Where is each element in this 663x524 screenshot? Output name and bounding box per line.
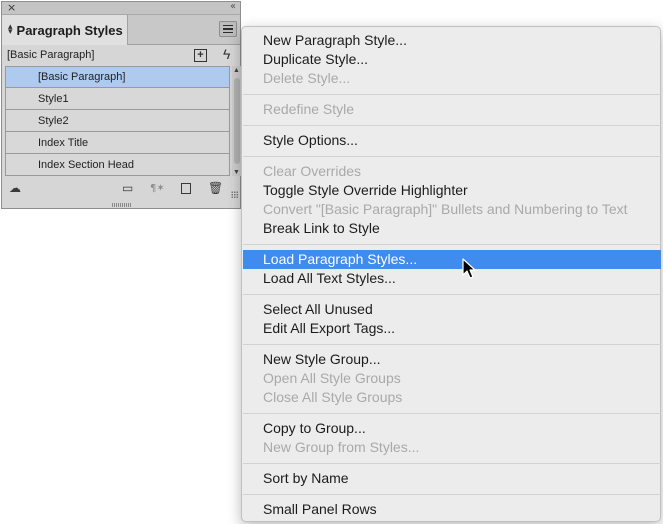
mouse-cursor-icon: [462, 258, 476, 279]
menu-separator: [243, 94, 661, 95]
panel-menu-button[interactable]: [219, 21, 237, 37]
tab-paragraph-styles[interactable]: ▴ ▾ Paragraph Styles: [2, 15, 128, 45]
paragraph-styles-panel: × ‹‹ ▴ ▾ Paragraph Styles [Basic Paragrap…: [1, 1, 243, 209]
lightning-icon[interactable]: ϟ: [223, 46, 230, 62]
style-row-basic-paragraph[interactable]: [Basic Paragraph]: [5, 66, 230, 88]
menu-item-toggle-override-highlighter[interactable]: Toggle Style Override Highlighter: [243, 181, 661, 200]
menu-separator: [243, 125, 661, 126]
menu-item-clear-overrides[interactable]: Clear Overrides: [243, 162, 661, 181]
tab-label: Paragraph Styles: [16, 22, 123, 38]
menu-item-style-options[interactable]: Style Options...: [243, 131, 661, 150]
menu-item-small-panel-rows[interactable]: Small Panel Rows: [243, 500, 661, 519]
menu-item-sort-by-name[interactable]: Sort by Name: [243, 469, 661, 488]
menu-separator: [243, 463, 661, 464]
menu-item-edit-export-tags[interactable]: Edit All Export Tags...: [243, 319, 661, 338]
clear-overrides-icon[interactable]: ¶✶: [150, 183, 165, 194]
menu-item-new-paragraph-style[interactable]: New Paragraph Style...: [243, 31, 661, 50]
menu-item-break-link[interactable]: Break Link to Style: [243, 219, 661, 238]
style-row-index-section-head[interactable]: Index Section Head: [5, 154, 230, 176]
style-row-index-title[interactable]: Index Title: [5, 132, 230, 154]
menu-item-load-paragraph-styles[interactable]: Load Paragraph Styles...: [243, 250, 661, 269]
menu-separator: [243, 344, 661, 345]
scroll-up-icon[interactable]: ▲: [233, 67, 240, 74]
menu-separator: [243, 156, 661, 157]
panel-resize-handle[interactable]: [112, 203, 132, 207]
panel-tab-row: ▴ ▾ Paragraph Styles: [2, 15, 240, 45]
trash-icon[interactable]: 🗑: [208, 181, 223, 195]
style-name: Style1: [38, 92, 69, 105]
style-name: Index Section Head: [38, 158, 135, 171]
style-name: Style2: [38, 114, 69, 127]
menu-item-new-group-from-styles[interactable]: New Group from Styles...: [243, 438, 661, 457]
panel-title-bar[interactable]: × ‹‹: [2, 1, 240, 15]
menu-item-convert-bullets[interactable]: Convert "[Basic Paragraph]" Bullets and …: [243, 200, 661, 219]
menu-item-select-all-unused[interactable]: Select All Unused: [243, 300, 661, 319]
style-list: [Basic Paragraph] Style1 Style2 Index Ti…: [5, 66, 230, 176]
menu-item-duplicate-style[interactable]: Duplicate Style...: [243, 50, 661, 69]
cloud-icon[interactable]: ☁: [9, 181, 21, 195]
menu-item-copy-to-group[interactable]: Copy to Group...: [243, 419, 661, 438]
scroll-thumb[interactable]: [234, 78, 240, 164]
menu-item-delete-style[interactable]: Delete Style...: [243, 69, 661, 88]
menu-item-redefine-style[interactable]: Redefine Style: [243, 100, 661, 119]
menu-item-open-all-groups[interactable]: Open All Style Groups: [243, 369, 661, 388]
collapse-panel-icon[interactable]: ‹‹: [230, 1, 236, 12]
style-name: [Basic Paragraph]: [38, 71, 126, 83]
style-row-style2[interactable]: Style2: [5, 110, 230, 132]
panel-context-menu: New Paragraph Style... Duplicate Style..…: [241, 26, 661, 522]
style-row-style1[interactable]: Style1: [5, 88, 230, 110]
folder-icon[interactable]: ▭: [122, 181, 133, 195]
style-list-area: [Basic Paragraph] Style1 Style2 Index Ti…: [5, 66, 243, 178]
menu-item-close-all-groups[interactable]: Close All Style Groups: [243, 388, 661, 407]
current-style-label: [Basic Paragraph]: [7, 49, 95, 61]
menu-item-load-all-text-styles[interactable]: Load All Text Styles...: [243, 269, 661, 288]
menu-separator: [243, 494, 661, 495]
close-icon[interactable]: ×: [7, 1, 16, 14]
new-style-icon[interactable]: [181, 183, 191, 194]
menu-item-new-style-group[interactable]: New Style Group...: [243, 350, 661, 369]
menu-separator: [243, 413, 661, 414]
tab-expand-icon: ▴ ▾: [8, 22, 13, 37]
current-style-row: [Basic Paragraph] + ϟ: [2, 45, 240, 66]
panel-bottom-toolbar: ☁ ▭ ¶✶ 🗑: [2, 178, 240, 200]
style-name: Index Title: [38, 136, 89, 149]
menu-separator: [243, 244, 661, 245]
resize-grip-icon[interactable]: [231, 191, 238, 198]
scroll-down-icon[interactable]: ▼: [233, 169, 240, 176]
new-style-from-selection-icon[interactable]: +: [194, 49, 207, 62]
menu-separator: [243, 294, 661, 295]
